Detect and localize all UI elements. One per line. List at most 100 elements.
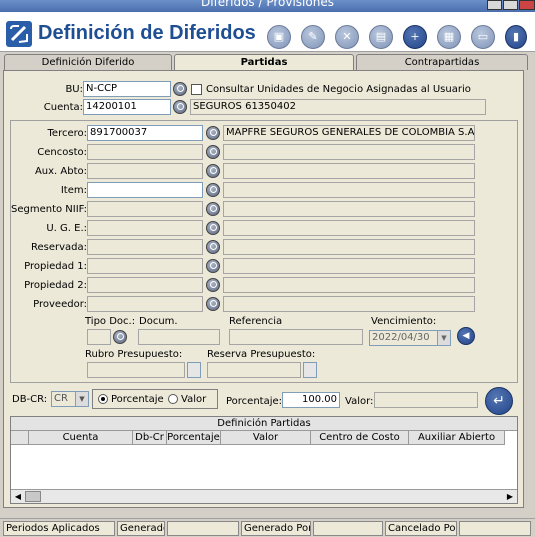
tercero-search-icon[interactable] [206, 126, 220, 140]
item-field[interactable] [87, 182, 203, 198]
segmento-niif-field[interactable] [87, 201, 203, 217]
tipo-doc-label: Tipo Doc.: [85, 316, 136, 327]
close-window-button[interactable] [519, 0, 535, 10]
aux-abto-description [223, 163, 475, 179]
tipo-doc-field[interactable] [87, 329, 111, 345]
grid-row-header [11, 431, 29, 445]
maximize-button[interactable] [503, 0, 518, 10]
bu-search-icon[interactable] [173, 82, 187, 96]
propiedad1-field[interactable] [87, 258, 203, 274]
print-icon[interactable]: ▭ [471, 25, 495, 49]
propiedad2-description [223, 277, 475, 293]
uge-search-icon[interactable] [206, 221, 220, 235]
detail-panel: Tercero: 891700037 MAPFRE SEGUROS GENERA… [10, 120, 518, 383]
status-generado: Generado [117, 521, 165, 536]
reserva-lookup-button[interactable] [303, 362, 317, 378]
column-db-cr[interactable]: Db-Cr [133, 431, 167, 445]
vencimiento-value: 2022/04/30 [372, 332, 430, 343]
item-description [223, 182, 475, 198]
new-icon[interactable]: + [403, 25, 427, 49]
tab-contrapartidas[interactable]: Contrapartidas [356, 54, 528, 70]
aux-abto-search-icon[interactable] [206, 164, 220, 178]
docum-field[interactable] [138, 329, 220, 345]
cencosto-search-icon[interactable] [206, 145, 220, 159]
cuenta-search-icon[interactable] [173, 100, 187, 114]
save-icon[interactable]: ▦ [437, 25, 461, 49]
tab-definicion-diferido[interactable]: Definición Diferido [4, 54, 172, 70]
proveedor-search-icon[interactable] [206, 297, 220, 311]
grid-horizontal-scrollbar[interactable]: ◀ ▶ [11, 489, 517, 503]
uge-field[interactable] [87, 220, 203, 236]
propiedad1-search-icon[interactable] [206, 259, 220, 273]
dbcr-select[interactable]: CR ▼ [51, 391, 89, 407]
proveedor-label: Proveedor: [33, 299, 87, 310]
aux-abto-field[interactable] [87, 163, 203, 179]
referencia-field[interactable] [229, 329, 363, 345]
reservada-search-icon[interactable] [206, 240, 220, 254]
bu-field[interactable]: N-CCP [83, 81, 171, 97]
cancel-icon[interactable]: ✕ [335, 25, 359, 49]
tercero-description: MAPFRE SEGUROS GENERALES DE COLOMBIA S.A [223, 125, 475, 141]
status-bar: Periodos Aplicados Generado Generado Por… [0, 518, 535, 537]
copy-icon[interactable]: ▤ [369, 25, 393, 49]
column-valor[interactable]: Valor [221, 431, 311, 445]
cuenta-description: SEGUROS 61350402 [190, 99, 486, 115]
rubro-lookup-button[interactable] [187, 362, 201, 378]
docum-label: Docum. [139, 316, 178, 327]
calendar-nav-icon[interactable]: ◀ [457, 327, 475, 345]
reservada-field[interactable] [87, 239, 203, 255]
enter-icon[interactable]: ↵ [485, 387, 513, 415]
minimize-button[interactable] [487, 0, 502, 10]
column-cuenta[interactable]: Cuenta [29, 431, 133, 445]
valor-radio[interactable] [168, 394, 178, 404]
column-porcentaje[interactable]: Porcentaje [167, 431, 221, 445]
tab-bar: Definición Diferido Partidas Contraparti… [0, 54, 535, 71]
valor-radio-label: Valor [181, 394, 207, 405]
segmento-niif-search-icon[interactable] [206, 202, 220, 216]
proveedor-field[interactable] [87, 296, 203, 312]
reservada-label: Reservada: [30, 242, 87, 253]
scroll-right-icon[interactable]: ▶ [503, 490, 517, 503]
chevron-down-icon[interactable]: ▼ [75, 392, 88, 406]
reserva-presupuesto-label: Reserva Presupuesto: [207, 349, 316, 360]
image-icon[interactable]: ▣ [267, 25, 291, 49]
partidas-grid: Definición Partidas Cuenta Db-Cr Porcent… [10, 416, 518, 504]
propiedad2-search-icon[interactable] [206, 278, 220, 292]
scroll-thumb[interactable] [25, 491, 41, 502]
item-search-icon[interactable] [206, 183, 220, 197]
cuenta-field[interactable]: 14200101 [83, 99, 171, 115]
cencosto-field[interactable] [87, 144, 203, 160]
tab-partidas[interactable]: Partidas [174, 54, 354, 71]
edit-icon[interactable]: ✎ [301, 25, 325, 49]
scroll-left-icon[interactable]: ◀ [11, 490, 25, 503]
app-logo-icon [6, 21, 32, 47]
dbcr-value: CR [54, 393, 68, 404]
chevron-down-icon[interactable]: ▼ [437, 331, 450, 345]
porcentaje-label: Porcentaje: [226, 396, 283, 407]
grid-title: Definición Partidas [11, 417, 517, 431]
column-centro-costo[interactable]: Centro de Costo [311, 431, 409, 445]
porcentaje-field[interactable]: 100.00 [282, 392, 340, 408]
exit-icon[interactable]: ▮ [505, 25, 527, 49]
cuenta-label: Cuenta: [43, 102, 83, 113]
column-auxiliar-abierto[interactable]: Auxiliar Abierto [409, 431, 505, 445]
uge-label: U. G. E.: [46, 223, 87, 234]
rubro-presupuesto-field[interactable] [87, 362, 185, 378]
vencimiento-date[interactable]: 2022/04/30 ▼ [369, 330, 451, 346]
cencosto-label: Cencosto: [37, 147, 87, 158]
propiedad2-field[interactable] [87, 277, 203, 293]
porcentaje-radio-label: Porcentaje [111, 394, 164, 405]
cencosto-description [223, 144, 475, 160]
reserva-presupuesto-field[interactable] [207, 362, 301, 378]
status-cancelado-por-value [459, 521, 531, 536]
valor-field[interactable] [374, 392, 478, 408]
vencimiento-label: Vencimiento: [371, 316, 437, 327]
porcentaje-radio[interactable] [98, 394, 108, 404]
consult-checkbox[interactable] [191, 84, 202, 95]
tipo-doc-search-icon[interactable] [113, 330, 127, 344]
referencia-label: Referencia [229, 316, 283, 327]
status-generado-por: Generado Por [241, 521, 311, 536]
tercero-field[interactable]: 891700037 [87, 125, 203, 141]
aux-abto-label: Aux. Abto: [34, 166, 87, 177]
tercero-label: Tercero: [47, 128, 87, 139]
